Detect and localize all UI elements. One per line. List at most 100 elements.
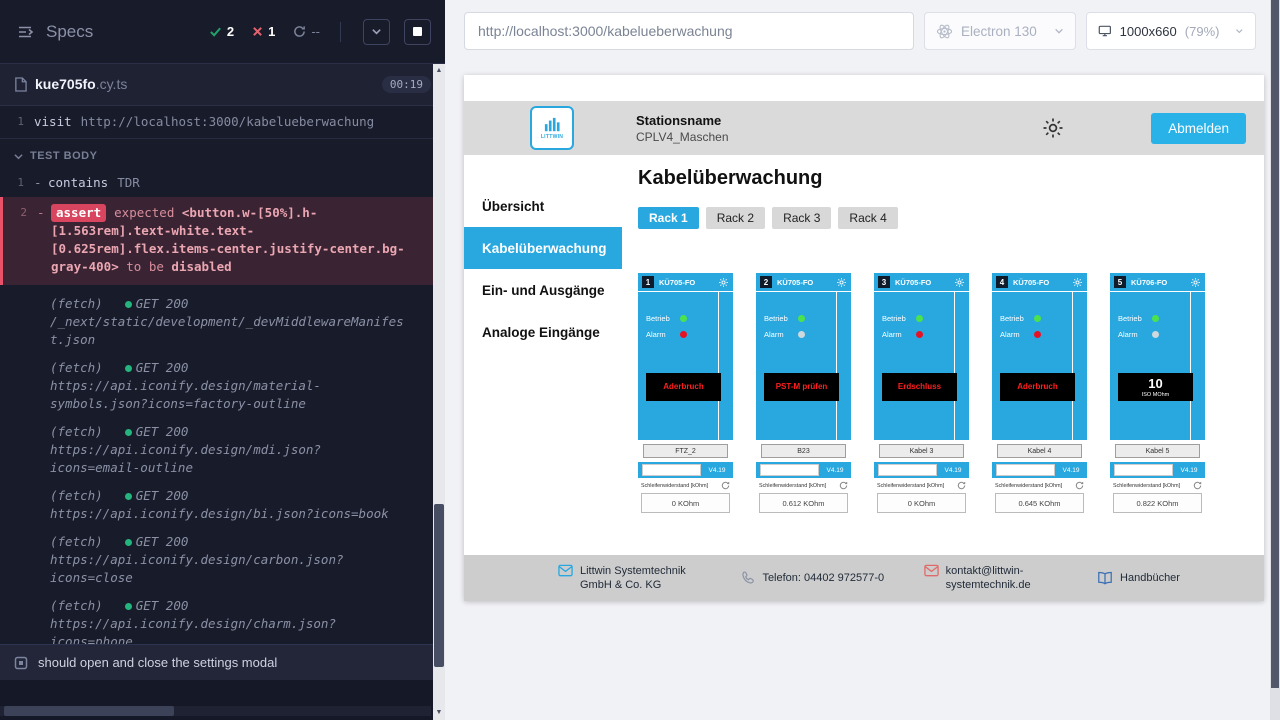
failed-assert-row[interactable]: 2 - assertexpected <button.w-[50%].h-[1.… bbox=[0, 197, 445, 285]
sidebar-item-analoge-eingaenge[interactable]: Analoge Eingänge bbox=[464, 311, 622, 353]
status-ok-dot bbox=[125, 603, 132, 610]
next-test-bar[interactable]: should open and close the settings modal bbox=[0, 644, 445, 680]
device-gear-icon[interactable] bbox=[718, 277, 729, 288]
device-number: 2 bbox=[760, 276, 772, 288]
vertical-scroll-thumb[interactable] bbox=[434, 504, 444, 667]
sidebar-item-kabelueberwachung[interactable]: Kabelüberwachung bbox=[464, 227, 622, 269]
reload-icon[interactable] bbox=[1193, 481, 1202, 490]
firmware-version: V4.19 bbox=[819, 462, 851, 478]
app-sidebar: Übersicht Kabelüberwachung Ein- und Ausg… bbox=[464, 155, 622, 555]
contains-command-row[interactable]: 1 - contains TDR bbox=[0, 171, 445, 195]
book-icon bbox=[1097, 571, 1113, 585]
page-scroll-thumb[interactable] bbox=[1271, 0, 1279, 688]
device-gear-icon[interactable] bbox=[1190, 277, 1201, 288]
tab-rack-1[interactable]: Rack 1 bbox=[638, 207, 699, 229]
cable-name: Kabel 5 bbox=[1115, 444, 1200, 458]
scroll-up-arrow[interactable]: ▲ bbox=[433, 64, 445, 78]
assert-badge: assert bbox=[51, 204, 106, 222]
scroll-down-arrow[interactable]: ▼ bbox=[433, 706, 445, 720]
viewport-size-selector[interactable]: 1000x660 (79%) bbox=[1086, 12, 1256, 50]
tab-rack-3[interactable]: Rack 3 bbox=[772, 207, 831, 229]
spec-name: kue705fo bbox=[35, 76, 96, 92]
command-log: 1 visit http://localhost:3000/kabelueber… bbox=[0, 106, 445, 644]
specs-title[interactable]: Specs bbox=[46, 22, 93, 42]
tab-rack-4[interactable]: Rack 4 bbox=[838, 207, 897, 229]
collapse-button[interactable] bbox=[363, 19, 390, 45]
tab-rack-2[interactable]: Rack 2 bbox=[706, 207, 765, 229]
device-card: 4KÜ705-FO Betrieb Alarm Aderbruch Kabel … bbox=[992, 273, 1087, 555]
visit-command-row[interactable]: 1 visit http://localhost:3000/kabelueber… bbox=[0, 110, 445, 134]
app-under-test: LITTWIN Stationsname CPLV4_Maschen Abmel… bbox=[464, 75, 1264, 601]
horizontal-scroll-thumb[interactable] bbox=[4, 706, 174, 716]
reload-icon[interactable] bbox=[1075, 481, 1084, 490]
alarm-led bbox=[916, 331, 923, 338]
settings-gear-icon[interactable] bbox=[1041, 116, 1065, 140]
url-input[interactable] bbox=[464, 12, 914, 50]
x-icon bbox=[252, 26, 263, 37]
alarm-led bbox=[798, 331, 805, 338]
reload-icon[interactable] bbox=[721, 481, 730, 490]
device-cards: 1KÜ705-FO Betrieb Alarm Aderbruch FTZ_2 … bbox=[638, 273, 1250, 555]
refresh-icon bbox=[293, 25, 306, 38]
resistance-value: 0 KOhm bbox=[641, 493, 730, 513]
logout-button[interactable]: Abmelden bbox=[1151, 113, 1246, 144]
network-log-entry[interactable]: (fetch)GET 200 https://api.iconify.desig… bbox=[50, 597, 404, 644]
logo-icon bbox=[543, 117, 561, 133]
firmware-version: V4.19 bbox=[701, 462, 733, 478]
phone-icon bbox=[741, 571, 755, 585]
station-info: Stationsname CPLV4_Maschen bbox=[636, 113, 729, 144]
sidebar-item-ein-und-ausgaenge[interactable]: Ein- und Ausgänge bbox=[464, 269, 622, 311]
cable-name: B23 bbox=[761, 444, 846, 458]
sidebar-item-uebersicht[interactable]: Übersicht bbox=[464, 185, 622, 227]
status-ok-dot bbox=[125, 493, 132, 500]
page-scrollbar[interactable] bbox=[1270, 0, 1280, 720]
network-log-entry[interactable]: (fetch)GET 200 https://api.iconify.desig… bbox=[50, 533, 404, 587]
test-body-section-header[interactable]: TEST BODY bbox=[0, 139, 445, 171]
failed-count: 1 bbox=[252, 24, 275, 39]
network-log-entry[interactable]: (fetch)GET 200 https://api.iconify.desig… bbox=[50, 359, 404, 413]
email-icon bbox=[924, 564, 939, 577]
iso-value: 10 bbox=[1148, 376, 1162, 391]
firmware-version: V4.19 bbox=[1173, 462, 1205, 478]
page-title: Kabelüberwachung bbox=[638, 167, 1250, 190]
device-gear-icon[interactable] bbox=[1072, 277, 1083, 288]
screen: Specs 2 1 -- kue705fo.c bbox=[0, 0, 1280, 720]
littwin-logo: LITTWIN bbox=[530, 106, 574, 150]
specs-menu-icon[interactable] bbox=[16, 23, 34, 41]
network-log-entry[interactable]: (fetch)GET 200 https://api.iconify.desig… bbox=[50, 487, 404, 523]
resistance-value: 0.645 KOhm bbox=[995, 493, 1084, 513]
browser-selector[interactable]: Electron 130 bbox=[924, 12, 1076, 50]
footer-email[interactable]: kontakt@littwin-systemtechnik.de bbox=[924, 564, 1058, 593]
cypress-runner-panel: Specs 2 1 -- kue705fo.c bbox=[0, 0, 445, 720]
preview-toolbar: Electron 130 1000x660 (79%) bbox=[445, 0, 1280, 62]
cable-field bbox=[760, 464, 819, 476]
electron-icon bbox=[936, 23, 953, 40]
status-ok-dot bbox=[125, 539, 132, 546]
device-gear-icon[interactable] bbox=[954, 277, 965, 288]
device-number: 5 bbox=[1114, 276, 1126, 288]
cable-name: Kabel 3 bbox=[879, 444, 964, 458]
stop-icon bbox=[413, 27, 422, 36]
stop-button[interactable] bbox=[404, 19, 431, 45]
status-display: Aderbruch bbox=[1000, 373, 1075, 401]
reporter-horizontal-scrollbar[interactable] bbox=[0, 706, 431, 716]
footer-company[interactable]: Littwin Systemtechnik GmbH & Co. KG bbox=[558, 564, 702, 593]
spec-file-bar[interactable]: kue705fo.cy.ts 00:19 bbox=[0, 64, 445, 106]
betrieb-led bbox=[798, 315, 805, 322]
status-ok-dot bbox=[125, 429, 132, 436]
zoom-level: (79%) bbox=[1185, 24, 1220, 39]
chevron-down-icon bbox=[1235, 26, 1244, 36]
footer-phone[interactable]: Telefon: 04402 972577-0 bbox=[741, 571, 884, 585]
firmware-version: V4.19 bbox=[1055, 462, 1087, 478]
reload-icon[interactable] bbox=[957, 481, 966, 490]
left-scrollbar[interactable]: ▲ ▼ bbox=[433, 64, 445, 720]
cable-field bbox=[1114, 464, 1173, 476]
network-log-entry[interactable]: (fetch)GET 200 /_next/static/development… bbox=[50, 295, 404, 349]
betrieb-led bbox=[680, 315, 687, 322]
alarm-led bbox=[680, 331, 687, 338]
network-log-entry[interactable]: (fetch)GET 200 https://api.iconify.desig… bbox=[50, 423, 404, 477]
footer-manuals[interactable]: Handbücher bbox=[1097, 571, 1180, 585]
reload-icon[interactable] bbox=[839, 481, 848, 490]
rack-tabs: Rack 1 Rack 2 Rack 3 Rack 4 bbox=[638, 207, 1250, 229]
device-gear-icon[interactable] bbox=[836, 277, 847, 288]
